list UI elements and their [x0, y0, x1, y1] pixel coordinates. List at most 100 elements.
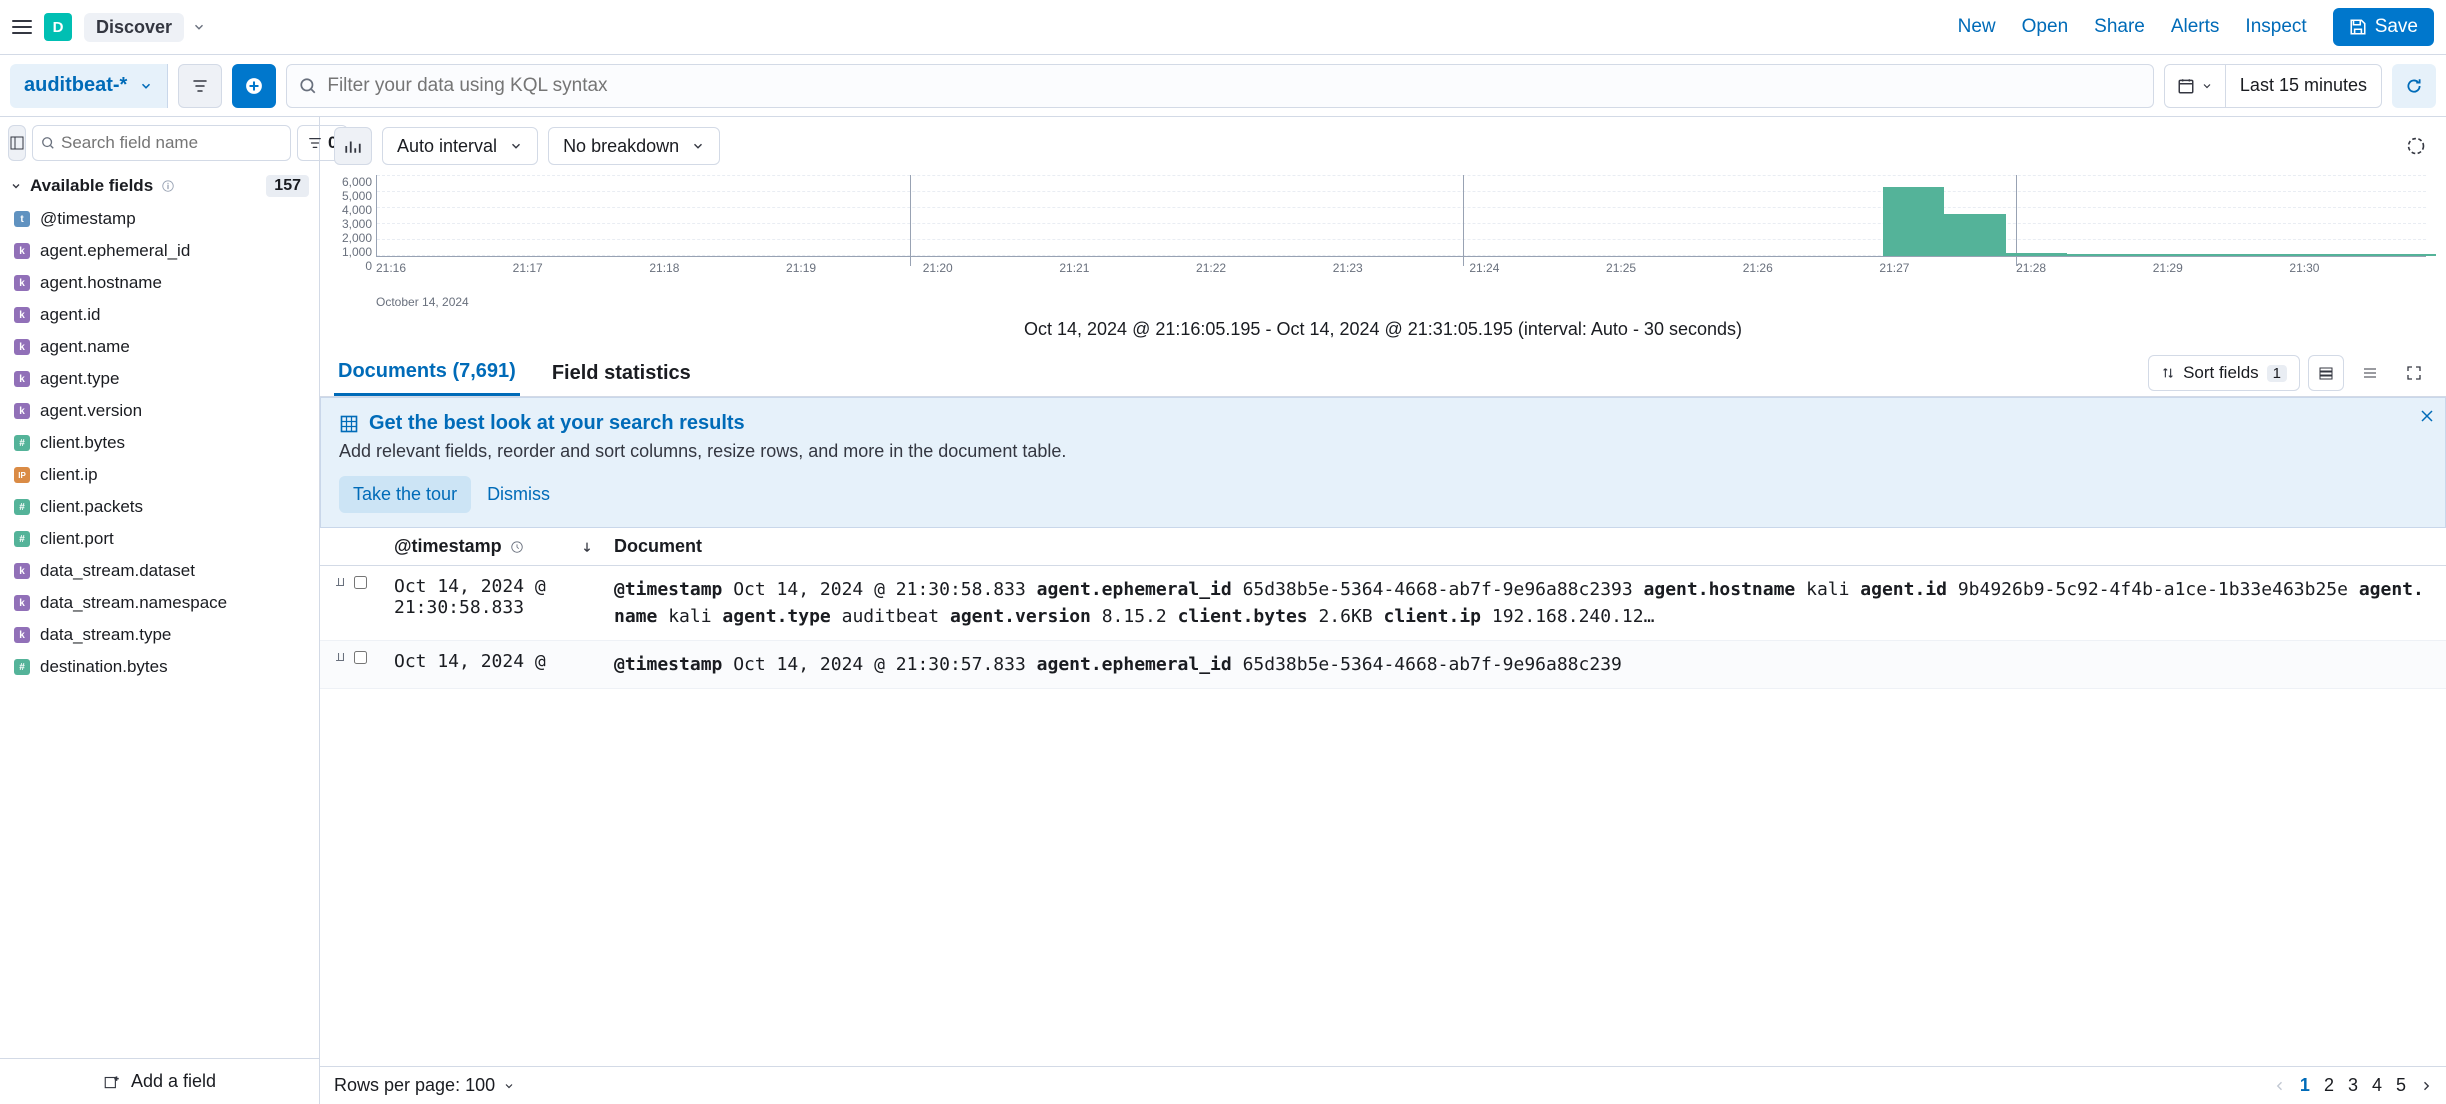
calendar-icon — [2177, 77, 2195, 95]
collapse-icon — [9, 135, 25, 151]
kql-search-box[interactable] — [286, 64, 2154, 108]
query-bar: auditbeat-* Last 15 minutes — [0, 55, 2446, 117]
row-document: @timestamp Oct 14, 2024 @ 21:30:57.833 a… — [614, 651, 2432, 678]
dataview-label: auditbeat-* — [24, 74, 127, 97]
field-search-input[interactable] — [61, 133, 282, 153]
page-4[interactable]: 4 — [2372, 1075, 2382, 1096]
x-axis: 21:1621:1721:1821:1921:2021:2121:2221:23… — [376, 261, 2426, 275]
field-row[interactable]: t@timestamp — [0, 203, 319, 235]
breadcrumb-discover[interactable]: Discover — [84, 13, 184, 42]
take-tour-button[interactable]: Take the tour — [339, 476, 471, 513]
y-axis: 6,0005,0004,0003,0002,0001,0000 — [320, 175, 376, 273]
chart-caption: Oct 14, 2024 @ 21:16:05.195 - Oct 14, 20… — [320, 309, 2446, 350]
breakdown-label: No breakdown — [563, 136, 679, 157]
top-link-new[interactable]: New — [1958, 16, 1996, 38]
save-icon — [2349, 18, 2367, 36]
field-row[interactable]: kagent.id — [0, 299, 319, 331]
col-timestamp[interactable]: @timestamp — [394, 536, 502, 557]
tab-documents[interactable]: Documents (7,691) — [334, 350, 520, 396]
top-bar: D Discover New Open Share Alerts Inspect… — [0, 0, 2446, 55]
sort-count-badge: 1 — [2267, 365, 2287, 382]
field-type-token: t — [14, 211, 30, 227]
field-row[interactable]: kagent.hostname — [0, 267, 319, 299]
field-row[interactable]: IPclient.ip — [0, 459, 319, 491]
dismiss-button[interactable]: Dismiss — [487, 484, 550, 505]
save-button[interactable]: Save — [2333, 8, 2434, 46]
time-range-label[interactable]: Last 15 minutes — [2226, 75, 2381, 96]
interval-selector[interactable]: Auto interval — [382, 127, 538, 165]
close-icon — [2419, 408, 2435, 424]
row-timestamp: Oct 14, 2024 @ 21:30:58.833 — [394, 576, 614, 630]
time-picker[interactable]: Last 15 minutes — [2164, 64, 2382, 108]
refresh-button[interactable] — [2392, 64, 2436, 108]
field-search-box[interactable] — [32, 125, 291, 161]
table-footer: Rows per page: 100 12345 — [320, 1066, 2446, 1104]
kql-search-input[interactable] — [327, 75, 2141, 97]
add-field-button[interactable]: Add a field — [0, 1058, 319, 1104]
tab-field-statistics[interactable]: Field statistics — [548, 352, 695, 395]
display-options-button[interactable] — [2308, 355, 2344, 391]
row-checkbox[interactable] — [354, 576, 367, 589]
table-icon — [339, 414, 359, 434]
field-row[interactable]: kagent.ephemeral_id — [0, 235, 319, 267]
rows-per-page-selector[interactable]: Rows per page: 100 — [334, 1075, 515, 1096]
page-2[interactable]: 2 — [2324, 1075, 2334, 1096]
field-row[interactable]: kagent.name — [0, 331, 319, 363]
top-link-open[interactable]: Open — [2022, 16, 2068, 38]
toggle-chart-button[interactable] — [334, 127, 372, 165]
top-link-alerts[interactable]: Alerts — [2171, 16, 2220, 38]
expand-icon[interactable] — [334, 576, 348, 590]
field-row[interactable]: kagent.version — [0, 395, 319, 427]
field-row[interactable]: kdata_stream.namespace — [0, 587, 319, 619]
field-name: agent.ephemeral_id — [40, 241, 190, 261]
nav-toggle-icon[interactable] — [12, 17, 32, 37]
field-row[interactable]: #client.packets — [0, 491, 319, 523]
page-3[interactable]: 3 — [2348, 1075, 2358, 1096]
fullscreen-button[interactable] — [2396, 355, 2432, 391]
field-type-token: k — [14, 627, 30, 643]
row-timestamp: Oct 14, 2024 @ — [394, 651, 614, 678]
breadcrumb: Discover — [84, 13, 206, 42]
add-field-label: Add a field — [131, 1071, 216, 1092]
info-icon[interactable] — [161, 179, 175, 193]
next-page-button[interactable] — [2420, 1080, 2432, 1092]
table-row[interactable]: Oct 14, 2024 @ 21:30:58.833@timestamp Oc… — [320, 566, 2446, 641]
field-row[interactable]: k agent.type — [0, 363, 319, 395]
calendar-button[interactable] — [2165, 65, 2226, 107]
col-document[interactable]: Document — [614, 536, 2432, 557]
sort-desc-icon[interactable] — [580, 540, 594, 554]
prev-page-button[interactable] — [2274, 1080, 2286, 1092]
field-type-token: k — [14, 371, 30, 387]
table-row[interactable]: Oct 14, 2024 @@timestamp Oct 14, 2024 @ … — [320, 641, 2446, 689]
field-row[interactable]: #client.port — [0, 523, 319, 555]
chart-options-button[interactable] — [2400, 130, 2432, 162]
callout-title: Get the best look at your search results — [369, 412, 745, 435]
page-5[interactable]: 5 — [2396, 1075, 2406, 1096]
close-callout-button[interactable] — [2419, 408, 2435, 424]
density-button[interactable] — [2352, 355, 2388, 391]
field-type-token: # — [14, 499, 30, 515]
page-1[interactable]: 1 — [2300, 1075, 2310, 1096]
dataview-selector[interactable]: auditbeat-* — [10, 64, 168, 108]
chevron-down-icon — [139, 79, 153, 93]
filter-button[interactable] — [178, 64, 222, 108]
field-row[interactable]: kdata_stream.dataset — [0, 555, 319, 587]
expand-icon[interactable] — [334, 651, 348, 665]
sort-fields-button[interactable]: Sort fields 1 — [2148, 355, 2300, 391]
top-link-inspect[interactable]: Inspect — [2245, 16, 2306, 38]
available-fields-header[interactable]: Available fields 157 — [0, 169, 319, 203]
histogram-icon — [344, 137, 362, 155]
field-row[interactable]: kdata_stream.type — [0, 619, 319, 651]
histogram-chart[interactable]: 6,0005,0004,0003,0002,0001,0000 21:1621:… — [320, 175, 2446, 295]
app-badge: D — [44, 13, 72, 41]
collapse-sidebar-button[interactable] — [8, 125, 26, 161]
field-row[interactable]: #destination.bytes — [0, 651, 319, 683]
top-link-share[interactable]: Share — [2094, 16, 2145, 38]
row-checkbox[interactable] — [354, 651, 367, 664]
field-row[interactable]: #client.bytes — [0, 427, 319, 459]
field-name: agent.type — [40, 369, 119, 389]
chevron-down-icon[interactable] — [192, 20, 206, 34]
field-type-token: k — [14, 563, 30, 579]
breakdown-selector[interactable]: No breakdown — [548, 127, 720, 165]
add-filter-button[interactable] — [232, 64, 276, 108]
